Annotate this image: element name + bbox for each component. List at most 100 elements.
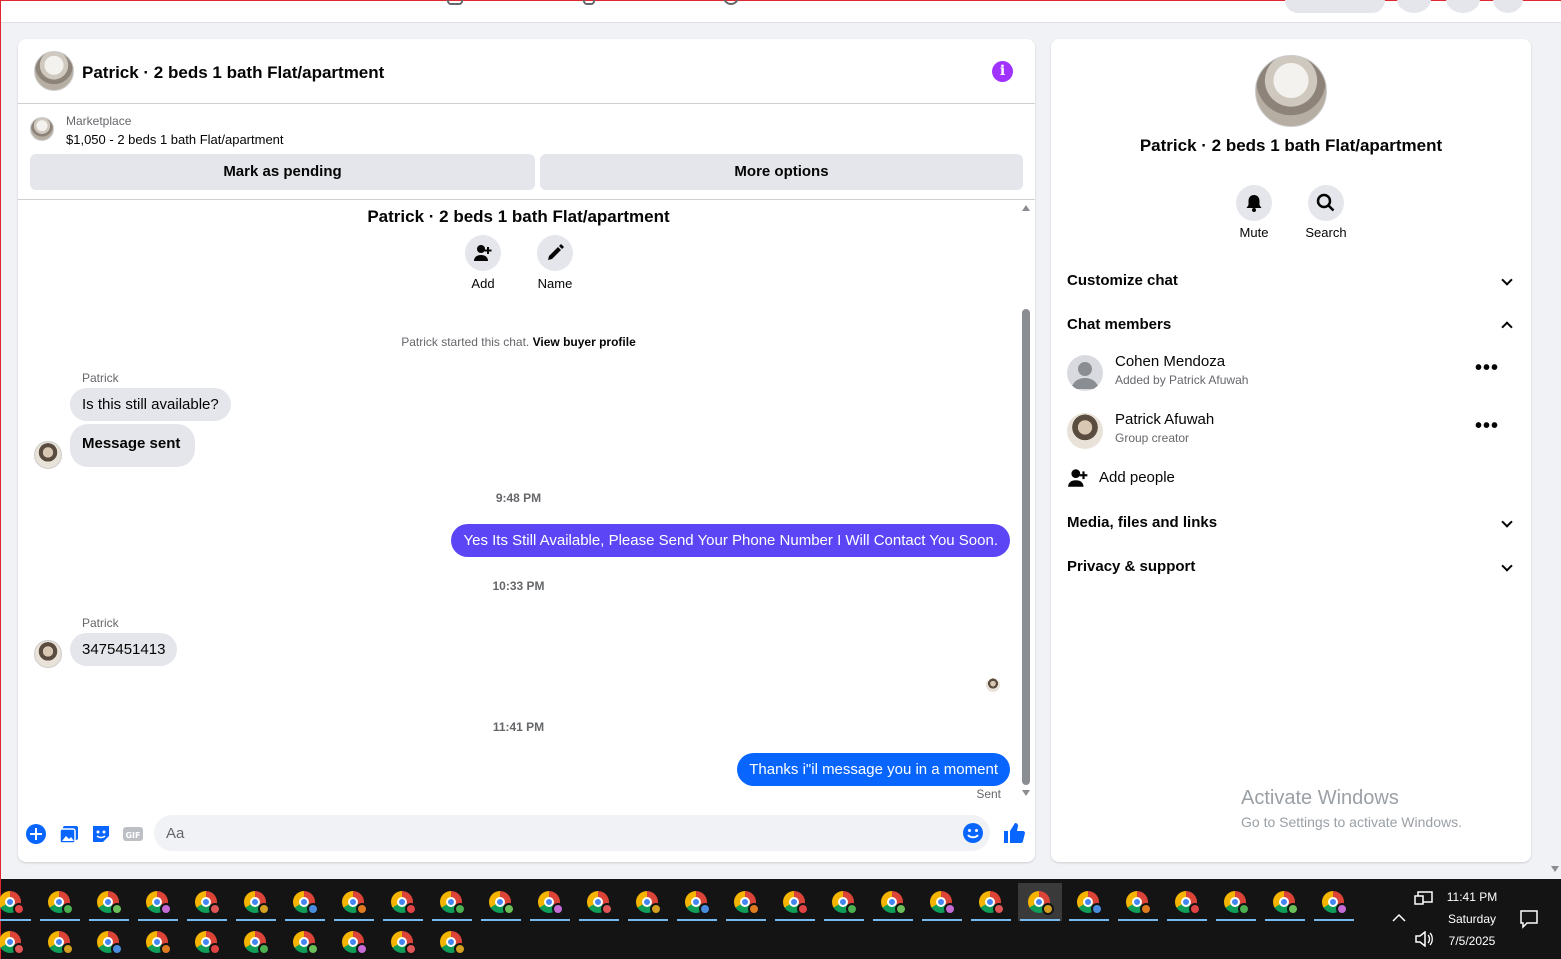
incoming-message[interactable]: Is this still available?: [70, 388, 231, 421]
chrome-profile-taskbar-button[interactable]: [871, 883, 915, 921]
thread-scrollbar[interactable]: [1021, 201, 1031, 801]
profile-badge-icon: [209, 943, 221, 955]
scroll-down-icon[interactable]: [1022, 790, 1030, 796]
chrome-profile-taskbar-button[interactable]: [1067, 883, 1111, 921]
mark-pending-button[interactable]: Mark as pending: [30, 154, 535, 190]
chrome-profile-taskbar-button[interactable]: [0, 883, 33, 921]
chrome-profile-taskbar-button[interactable]: [479, 883, 523, 921]
emoji-icon[interactable]: [962, 822, 984, 844]
scroll-down-icon[interactable]: [1551, 866, 1559, 872]
chat-member-row[interactable]: Patrick Afuwah Group creator •••: [1067, 407, 1515, 455]
scroll-up-icon[interactable]: [1022, 205, 1030, 211]
chrome-profile-taskbar-button[interactable]: [1165, 883, 1209, 921]
chrome-profile-taskbar-button[interactable]: [185, 883, 229, 921]
conversation-avatar[interactable]: [1255, 55, 1327, 127]
chrome-profile-taskbar-button[interactable]: [87, 923, 131, 959]
plus-icon[interactable]: [25, 823, 47, 845]
network-icon[interactable]: [1414, 891, 1434, 907]
search-button[interactable]: [1308, 185, 1344, 221]
more-options-icon[interactable]: •••: [1475, 358, 1499, 378]
page-scrollbar[interactable]: [1549, 23, 1561, 879]
info-icon[interactable]: i: [992, 61, 1013, 82]
chrome-profile-taskbar-button[interactable]: [969, 883, 1013, 921]
chevron-up-icon[interactable]: [1391, 913, 1407, 923]
chrome-profile-taskbar-button[interactable]: [1018, 883, 1062, 921]
chrome-profile-taskbar-button[interactable]: [773, 883, 817, 921]
clock-time[interactable]: 11:41 PM: [1441, 890, 1503, 904]
gaming-nav-icon[interactable]: [723, 0, 739, 5]
chrome-profile-taskbar-button[interactable]: [234, 923, 278, 959]
profile-badge-icon: [1189, 903, 1201, 915]
chat-title[interactable]: Patrick · 2 beds 1 bath Flat/apartment: [82, 63, 384, 83]
chat-member-row[interactable]: Cohen Mendoza Added by Patrick Afuwah ••…: [1067, 349, 1515, 397]
create-pill[interactable]: [1285, 0, 1385, 13]
chrome-profile-taskbar-button[interactable]: [528, 883, 572, 921]
chrome-profile-taskbar-button[interactable]: [38, 923, 82, 959]
running-indicator: [530, 919, 570, 921]
add-member-button[interactable]: [465, 235, 501, 271]
listing-thumbnail[interactable]: [30, 117, 54, 141]
chrome-profile-taskbar-button[interactable]: [136, 883, 180, 921]
chat-members-section[interactable]: Chat members: [1067, 309, 1515, 341]
chrome-profile-taskbar-button[interactable]: [87, 883, 131, 921]
mute-button[interactable]: [1236, 185, 1272, 221]
listing-summary[interactable]: $1,050 - 2 beds 1 bath Flat/apartment: [66, 132, 284, 147]
chrome-profile-taskbar-button[interactable]: [381, 883, 425, 921]
profile-badge-icon: [307, 943, 319, 955]
more-options-button[interactable]: More options: [540, 154, 1023, 190]
chrome-profile-taskbar-button[interactable]: [0, 923, 33, 959]
chrome-profile-taskbar-button[interactable]: [381, 923, 425, 959]
customize-chat-section[interactable]: Customize chat: [1067, 265, 1515, 297]
outgoing-message[interactable]: Thanks i"il message you in a moment: [737, 753, 1010, 786]
marketplace-nav-icon[interactable]: [447, 0, 463, 5]
chrome-profile-taskbar-button[interactable]: [675, 883, 719, 921]
outgoing-message[interactable]: Yes Its Still Available, Please Send You…: [451, 524, 1010, 557]
chrome-profile-taskbar-button[interactable]: [430, 883, 474, 921]
profile-avatar[interactable]: [1493, 0, 1523, 13]
add-people-button[interactable]: Add people: [1067, 465, 1267, 491]
sticker-icon[interactable]: [90, 823, 112, 845]
chrome-profile-taskbar-button[interactable]: [38, 883, 82, 921]
chrome-profile-taskbar-button[interactable]: [136, 923, 180, 959]
chrome-profile-taskbar-button[interactable]: [577, 883, 621, 921]
privacy-support-section[interactable]: Privacy & support: [1067, 551, 1515, 583]
incoming-message[interactable]: Message sent: [70, 424, 196, 467]
view-buyer-profile-link[interactable]: View buyer profile: [533, 335, 636, 349]
profile-badge-icon: [13, 943, 25, 955]
more-options-icon[interactable]: •••: [1475, 416, 1499, 436]
menu-icon[interactable]: [1397, 0, 1431, 13]
notification-center-icon[interactable]: [1519, 909, 1539, 929]
photo-icon[interactable]: [58, 823, 80, 845]
message-input[interactable]: [154, 815, 990, 851]
chrome-profile-taskbar-button[interactable]: [1116, 883, 1160, 921]
sender-avatar[interactable]: [34, 640, 62, 668]
chrome-profile-taskbar-button[interactable]: [724, 883, 768, 921]
chrome-profile-taskbar-button[interactable]: [332, 923, 376, 959]
notifications-icon[interactable]: [1446, 0, 1480, 13]
chrome-profile-taskbar-button[interactable]: [283, 883, 327, 921]
chrome-profile-taskbar-button[interactable]: [1214, 883, 1258, 921]
chrome-profile-taskbar-button[interactable]: [1263, 883, 1307, 921]
sender-avatar[interactable]: [34, 441, 62, 469]
gif-icon[interactable]: GIF: [122, 823, 144, 845]
chrome-profile-taskbar-button[interactable]: [185, 923, 229, 959]
chrome-profile-taskbar-button[interactable]: [626, 883, 670, 921]
clock-date[interactable]: 7/5/2025: [1441, 934, 1503, 948]
chrome-profile-taskbar-button[interactable]: [822, 883, 866, 921]
like-thumb-icon[interactable]: [1002, 821, 1026, 845]
volume-icon[interactable]: [1414, 931, 1434, 947]
groups-nav-icon[interactable]: [583, 0, 595, 5]
media-files-section[interactable]: Media, files and links: [1067, 507, 1515, 539]
rename-button[interactable]: [537, 235, 573, 271]
listing-avatar[interactable]: [34, 51, 74, 91]
chrome-profile-taskbar-button[interactable]: [283, 923, 327, 959]
chrome-profile-taskbar-button[interactable]: [920, 883, 964, 921]
chrome-profile-taskbar-button[interactable]: [234, 883, 278, 921]
incoming-message[interactable]: 3475451413: [70, 633, 178, 666]
scroll-thumb[interactable]: [1022, 309, 1030, 785]
chrome-profile-taskbar-button[interactable]: [332, 883, 376, 921]
chrome-profile-taskbar-button[interactable]: [430, 923, 474, 959]
chrome-profile-taskbar-button[interactable]: [1312, 883, 1356, 921]
message-thread[interactable]: Patrick · 2 beds 1 bath Flat/apartment A…: [18, 201, 1035, 813]
clock-day[interactable]: Saturday: [1441, 912, 1503, 926]
